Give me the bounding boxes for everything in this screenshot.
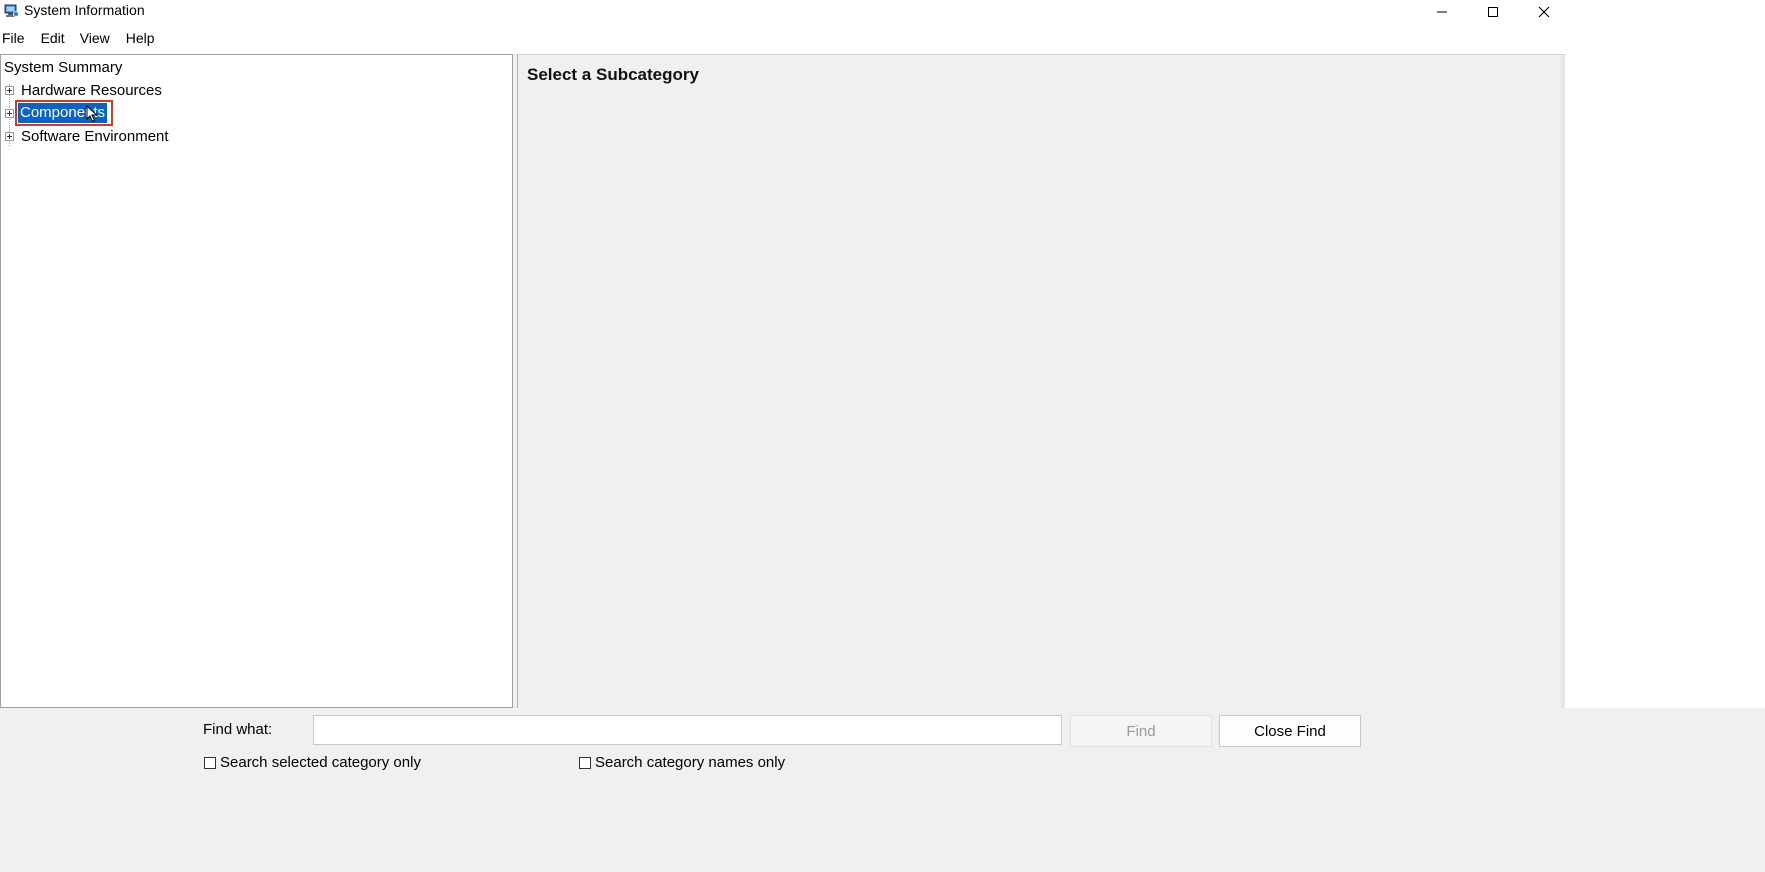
detail-heading: Select a Subcategory bbox=[527, 65, 699, 84]
category-tree[interactable] bbox=[0, 54, 513, 708]
tree-item-hardware-resources[interactable]: Hardware Resources bbox=[21, 82, 162, 100]
detail-pane: Select a Subcategory bbox=[518, 54, 1565, 708]
close-window-button[interactable] bbox=[1518, 0, 1570, 24]
detail-scrollbar[interactable] bbox=[1561, 55, 1565, 708]
title-bar: System Information bbox=[0, 0, 1765, 24]
search-selected-category-label: Search selected category only bbox=[220, 754, 421, 771]
menu-view[interactable]: View bbox=[80, 27, 110, 49]
find-what-input[interactable] bbox=[313, 715, 1062, 745]
menu-bar: File Edit View Help bbox=[0, 27, 155, 49]
window-title: System Information bbox=[24, 2, 145, 18]
search-category-names-label: Search category names only bbox=[595, 754, 786, 771]
tree-item-system-summary[interactable]: System Summary bbox=[4, 59, 122, 77]
minimize-icon bbox=[1436, 6, 1448, 18]
menu-help[interactable]: Help bbox=[126, 27, 155, 49]
find-what-label: Find what: bbox=[203, 721, 273, 738]
maximize-button[interactable] bbox=[1467, 0, 1519, 24]
expand-hardware-resources-icon[interactable] bbox=[5, 86, 14, 95]
search-selected-category-option[interactable]: Search selected category only bbox=[204, 754, 421, 771]
system-information-app-icon bbox=[4, 3, 19, 18]
expand-software-environment-icon[interactable] bbox=[5, 132, 14, 141]
close-find-button[interactable]: Close Find bbox=[1219, 715, 1361, 747]
mouse-pointer-icon bbox=[86, 104, 98, 128]
search-selected-category-checkbox[interactable] bbox=[204, 756, 216, 769]
menu-file[interactable]: File bbox=[2, 27, 25, 49]
find-button[interactable]: Find bbox=[1070, 715, 1212, 747]
expand-components-icon[interactable] bbox=[5, 109, 14, 118]
tree-item-software-environment[interactable]: Software Environment bbox=[21, 128, 169, 146]
close-icon bbox=[1538, 6, 1550, 18]
minimize-button[interactable] bbox=[1416, 0, 1468, 24]
search-category-names-checkbox[interactable] bbox=[579, 756, 591, 769]
maximize-icon bbox=[1487, 6, 1499, 18]
search-category-names-option[interactable]: Search category names only bbox=[579, 754, 785, 771]
menu-edit[interactable]: Edit bbox=[41, 27, 65, 49]
